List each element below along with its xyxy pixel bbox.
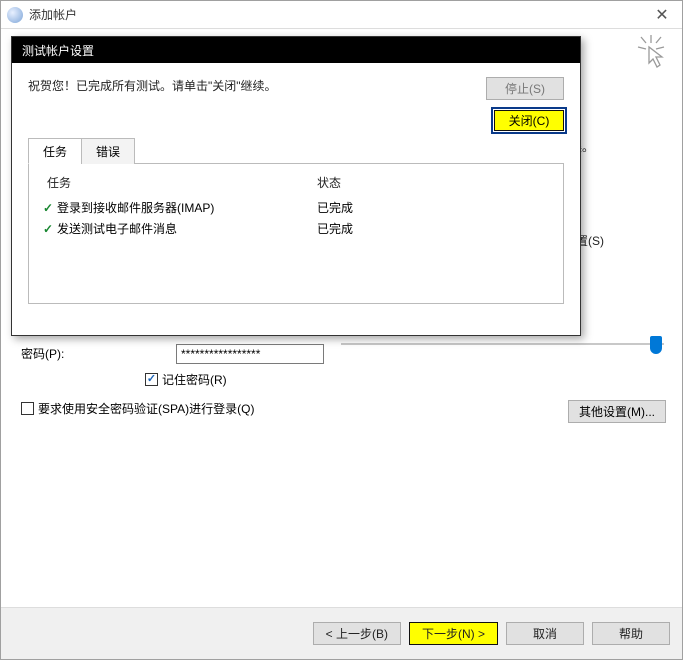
task-table: 任务 状态 ✓ 登录到接收邮件服务器(IMAP) 已完成 ✓ 发送测试电子邮件消… bbox=[28, 164, 564, 304]
checkbox-icon bbox=[145, 373, 158, 386]
checkbox-icon bbox=[21, 402, 34, 415]
next-button[interactable]: 下一步(N) > bbox=[409, 622, 498, 645]
task-table-header: 任务 状态 bbox=[39, 172, 553, 197]
spa-label: 要求使用安全密码验证(SPA)进行登录(Q) bbox=[38, 400, 254, 417]
slider-track[interactable] bbox=[341, 343, 664, 345]
remember-password-label: 记住密码(R) bbox=[162, 371, 227, 388]
table-row: ✓ 发送测试电子邮件消息 已完成 bbox=[39, 218, 553, 239]
app-icon bbox=[7, 7, 23, 23]
help-button[interactable]: 帮助 bbox=[592, 622, 670, 645]
task-name: 登录到接收邮件服务器(IMAP) bbox=[57, 199, 317, 216]
table-row: ✓ 登录到接收邮件服务器(IMAP) 已完成 bbox=[39, 197, 553, 218]
other-settings-button[interactable]: 其他设置(M)... bbox=[568, 400, 666, 423]
check-icon: ✓ bbox=[39, 222, 57, 236]
dialog-body: 祝贺您！已完成所有测试。请单击"关闭"继续。 停止(S) 关闭(C) 任务 错误… bbox=[12, 63, 580, 314]
close-icon[interactable]: ✕ bbox=[642, 1, 682, 29]
spa-checkbox[interactable]: 要求使用安全密码验证(SPA)进行登录(Q) bbox=[21, 400, 254, 417]
dialog-tabs: 任务 错误 bbox=[28, 137, 564, 164]
test-account-dialog: 测试帐户设置 祝贺您！已完成所有测试。请单击"关闭"继续。 停止(S) 关闭(C… bbox=[11, 36, 581, 336]
click-cursor-icon bbox=[634, 33, 668, 73]
tab-errors[interactable]: 错误 bbox=[81, 138, 135, 164]
password-field[interactable] bbox=[176, 344, 324, 364]
titlebar: 添加帐户 ✕ bbox=[1, 1, 682, 29]
remember-password-checkbox[interactable]: 记住密码(R) bbox=[145, 371, 227, 388]
col-status: 状态 bbox=[317, 174, 341, 191]
slider-thumb[interactable] bbox=[650, 336, 662, 354]
add-account-window: 添加帐户 ✕ 误。 置(S) 密码(P): 记住密码(R) 要求使用安全密码验证… bbox=[0, 0, 683, 660]
stop-button[interactable]: 停止(S) bbox=[486, 77, 564, 100]
dialog-message: 祝贺您！已完成所有测试。请单击"关闭"继续。 bbox=[28, 77, 474, 94]
back-button[interactable]: < 上一步(B) bbox=[313, 622, 401, 645]
close-button[interactable]: 关闭(C) bbox=[494, 110, 564, 131]
password-label: 密码(P): bbox=[21, 345, 64, 362]
tab-tasks[interactable]: 任务 bbox=[28, 138, 82, 164]
col-task: 任务 bbox=[47, 174, 317, 191]
task-status: 已完成 bbox=[317, 199, 353, 216]
wizard-footer: < 上一步(B) 下一步(N) > 取消 帮助 bbox=[1, 607, 682, 659]
window-title: 添加帐户 bbox=[29, 6, 642, 23]
task-name: 发送测试电子邮件消息 bbox=[57, 220, 317, 237]
cancel-button[interactable]: 取消 bbox=[506, 622, 584, 645]
check-icon: ✓ bbox=[39, 201, 57, 215]
dialog-title: 测试帐户设置 bbox=[12, 37, 580, 63]
task-status: 已完成 bbox=[317, 220, 353, 237]
